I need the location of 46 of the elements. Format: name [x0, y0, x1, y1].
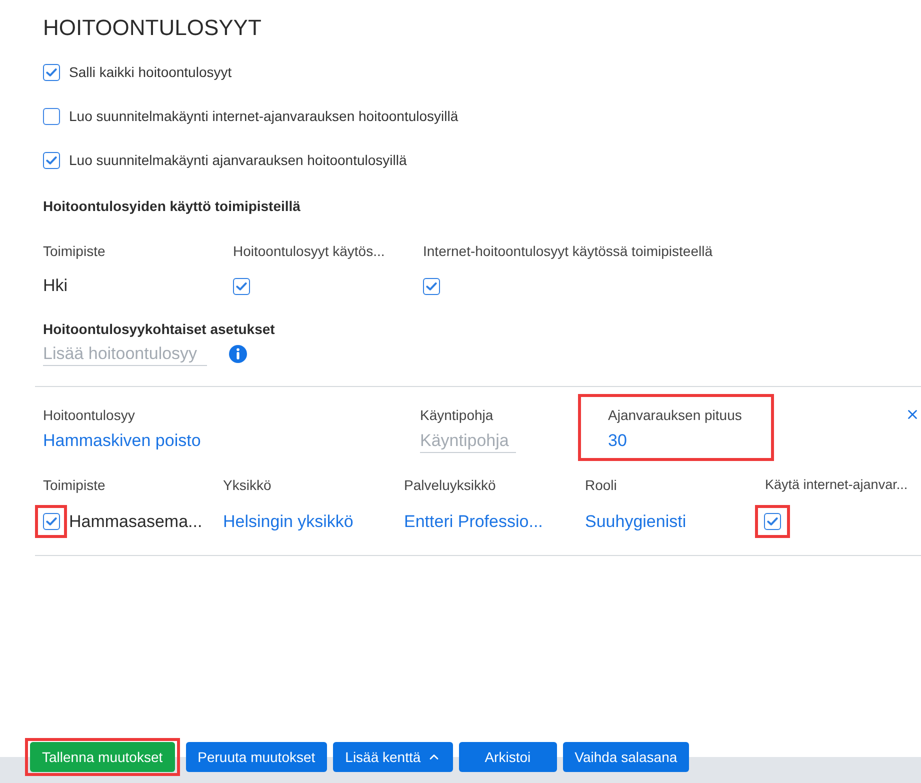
action-button[interactable]: Vaihda salasana [562, 742, 690, 772]
checkmark-icon [236, 282, 247, 290]
checkbox[interactable] [43, 108, 60, 124]
action-button[interactable]: Lisää kenttä [333, 742, 453, 772]
checkbox-label: Luo suunnitelmakäynti ajanvarauksen hoitoontulosyillä [69, 150, 407, 170]
location-name: Hki [43, 275, 68, 298]
page-title: HOITOONTULOSYYT [43, 14, 262, 42]
add-reason-field[interactable]: Lisää hoitoontulosyy [43, 342, 207, 366]
checkmark-icon [426, 282, 437, 290]
field-label: Ajanvarauksen pituus [608, 406, 742, 425]
checkbox-label: Luo suunnitelmakäynti internet-ajanvarauksen hoitoontulosyillä [69, 106, 458, 126]
column-header: Toimipiste [43, 242, 106, 261]
column-header: Rooli [585, 476, 617, 494]
column-header: Palveluyksikkö [404, 476, 496, 495]
location-name: Hammasasema... [69, 510, 202, 533]
checkbox[interactable] [233, 278, 250, 294]
close-icon[interactable] [905, 407, 920, 422]
checkbox[interactable] [43, 64, 60, 80]
field-label: Hoitoontulosyy [43, 406, 135, 425]
checkbox[interactable] [423, 278, 440, 294]
section-heading: Hoitoontulosyiden käyttö toimipisteillä [43, 196, 300, 216]
checkmark-icon [46, 517, 56, 526]
info-icon [229, 345, 247, 363]
field-value[interactable]: 30 [608, 429, 627, 453]
column-header: Hoitoontulosyyt käytös... [233, 242, 385, 261]
field-label: Käyntipohja [420, 406, 494, 425]
checkbox-label: Salli kaikki hoitoontulosyyt [69, 62, 232, 82]
column-header: Yksikkö [223, 476, 272, 494]
checkbox[interactable] [42, 513, 60, 530]
unit-link[interactable]: Helsingin yksikkö [223, 508, 354, 534]
action-button[interactable]: Tallenna muutokset [30, 742, 175, 772]
column-header: Toimipiste [43, 476, 106, 495]
checkmark-icon [46, 68, 57, 76]
column-header: Käytä internet-ajanvar... [765, 476, 908, 494]
action-button[interactable]: Peruuta muutokset [186, 742, 328, 772]
checkbox[interactable] [43, 152, 60, 168]
checkmark-icon [767, 517, 778, 526]
column-header: Internet-hoitoontulosyyt käytössä toimipisteellä [423, 242, 712, 261]
field-value[interactable]: Hammaskiven poisto [43, 429, 201, 453]
role-link[interactable]: Suuhygienisti [585, 508, 686, 534]
action-button[interactable]: Arkistoi [458, 742, 557, 772]
section-heading: Hoitoontulosyykohtaiset asetukset [43, 320, 275, 339]
checkbox[interactable] [764, 513, 781, 530]
service-unit-link[interactable]: Entteri Professio... [404, 508, 543, 534]
checkmark-icon [46, 156, 57, 164]
visit-template-field[interactable]: Käyntipohja [420, 429, 516, 453]
